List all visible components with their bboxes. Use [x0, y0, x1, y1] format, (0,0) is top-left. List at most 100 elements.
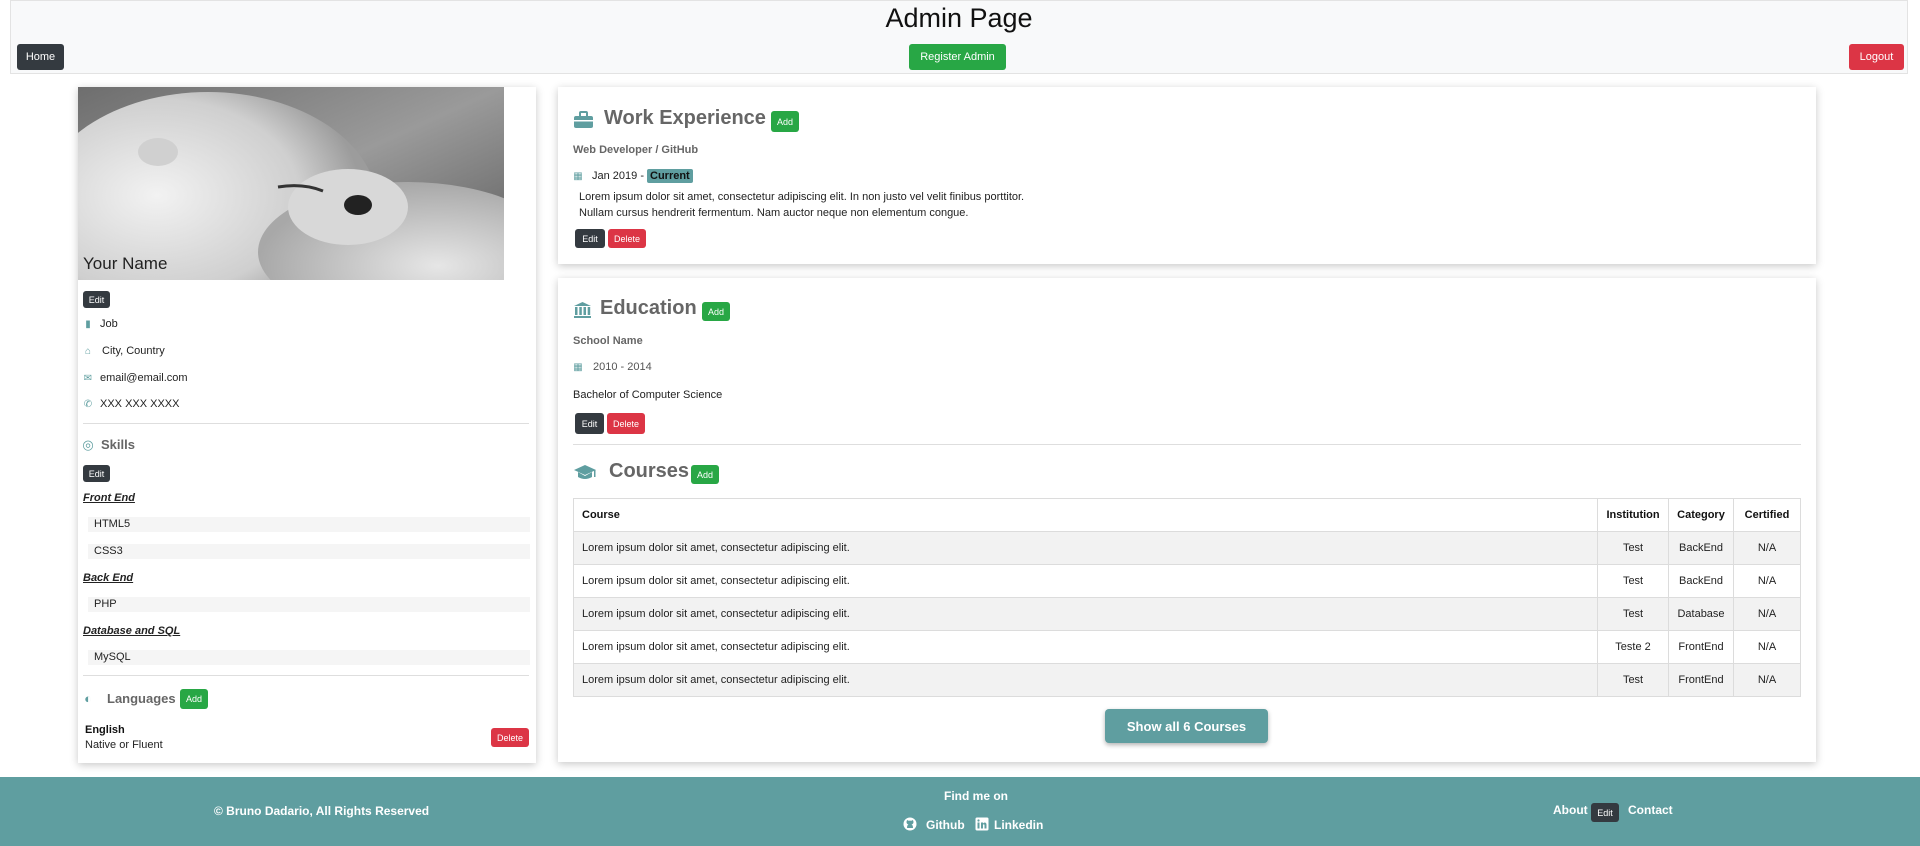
add-course-button[interactable]: Add [691, 465, 719, 484]
add-work-button[interactable]: Add [771, 111, 799, 132]
calendar-icon: ▦ [573, 362, 583, 373]
logout-button[interactable]: Logout [1849, 44, 1904, 70]
course-cell: Lorem ipsum dolor sit amet, consectetur … [572, 564, 1599, 598]
institution-cell: Teste 2 [1597, 630, 1670, 664]
column-header-certified: Certified [1732, 498, 1802, 532]
certified-cell: N/A [1732, 531, 1802, 565]
course-cell: Lorem ipsum dolor sit amet, consectetur … [572, 663, 1599, 697]
category-cell: BackEnd [1668, 531, 1734, 565]
education-degree: Bachelor of Computer Science [573, 389, 723, 401]
column-header-course: Course [572, 498, 1599, 532]
skill-category-back-end: Back End [83, 572, 134, 584]
profile-job: Job [100, 318, 118, 330]
github-icon [903, 817, 917, 831]
skills-edit-button[interactable]: Edit [83, 465, 110, 482]
languages-title: Languages [107, 691, 176, 706]
work-description-line-1: Lorem ipsum dolor sit amet, consectetur … [579, 191, 1025, 203]
work-experience-title: Work Experience [604, 107, 766, 129]
institution-cell: Test [1597, 597, 1670, 631]
polar-bear-photo-icon [78, 87, 504, 280]
university-icon [574, 302, 591, 318]
certified-cell: N/A [1732, 564, 1802, 598]
courses-table: Course Institution Category Certified Lo… [572, 498, 1802, 697]
institution-cell: Test [1597, 564, 1670, 598]
contact-link[interactable]: Contact [1628, 803, 1673, 817]
delete-language-button[interactable]: Delete [491, 728, 529, 747]
briefcase-icon [574, 111, 593, 128]
delete-work-button[interactable]: Delete [608, 229, 646, 248]
table-row: Lorem ipsum dolor sit amet, consectetur … [572, 531, 1802, 565]
profile-email: email@email.com [100, 372, 188, 384]
work-start-date: Jan 2019 - [592, 170, 644, 182]
certified-cell: N/A [1732, 630, 1802, 664]
education-title: Education [600, 297, 697, 319]
certified-cell: N/A [1732, 663, 1802, 697]
category-cell: BackEnd [1668, 564, 1734, 598]
language-name: English [85, 724, 125, 736]
skill-item-css3: CSS3 [88, 544, 530, 559]
work-position: Web Developer / GitHub [573, 144, 699, 156]
copyright-text: © Bruno Dadario, All Rights Reserved [214, 804, 430, 818]
course-cell: Lorem ipsum dolor sit amet, consectetur … [572, 597, 1599, 631]
profile-photo [78, 87, 504, 280]
divider [83, 423, 529, 424]
show-all-courses-button[interactable]: Show all 6 Courses [1105, 709, 1268, 743]
education-dates: 2010 - 2014 [593, 361, 652, 373]
briefcase-icon: ▮ [85, 319, 91, 330]
linkedin-icon [975, 817, 989, 831]
navbar: Admin Page Home Register Admin Logout [10, 0, 1908, 74]
table-row: Lorem ipsum dolor sit amet, consectetur … [572, 564, 1802, 598]
divider [83, 675, 529, 676]
footer-edit-button[interactable]: Edit [1591, 803, 1619, 822]
category-cell: FrontEnd [1668, 663, 1734, 697]
education-card: Education Add School Name ▦ 2010 - 2014 … [558, 278, 1816, 762]
register-admin-button[interactable]: Register Admin [909, 44, 1006, 70]
linkedin-link[interactable]: Linkedin [994, 818, 1043, 832]
skills-title: Skills [101, 437, 135, 452]
home-icon: ⌂ [84, 346, 92, 357]
course-cell: Lorem ipsum dolor sit amet, consectetur … [572, 630, 1599, 664]
edit-work-button[interactable]: Edit [575, 229, 605, 248]
profile-edit-button[interactable]: Edit [83, 291, 110, 308]
profile-location: City, Country [102, 345, 165, 357]
footer: © Bruno Dadario, All Rights Reserved Fin… [0, 777, 1920, 846]
home-button[interactable]: Home [17, 44, 64, 70]
category-cell: FrontEnd [1668, 630, 1734, 664]
column-header-institution: Institution [1597, 498, 1670, 532]
profile-phone: XXX XXX XXXX [100, 398, 180, 410]
table-row: Lorem ipsum dolor sit amet, consectetur … [572, 663, 1802, 697]
skill-category-front-end: Front End [83, 492, 135, 504]
graduation-cap-icon [574, 465, 596, 479]
courses-title: Courses [609, 460, 690, 482]
skill-item-html5: HTML5 [88, 517, 530, 532]
institution-cell: Test [1597, 531, 1670, 565]
category-cell: Database [1668, 597, 1734, 631]
add-education-button[interactable]: Add [702, 302, 730, 321]
column-header-category: Category [1668, 498, 1734, 532]
target-icon: ◎ [82, 437, 94, 452]
table-header-row: Course Institution Category Certified [572, 498, 1802, 532]
add-language-button[interactable]: Add [180, 689, 208, 709]
course-cell: Lorem ipsum dolor sit amet, consectetur … [572, 531, 1599, 565]
globe-icon: ◐ [84, 691, 92, 706]
table-row: Lorem ipsum dolor sit amet, consectetur … [572, 630, 1802, 664]
edit-education-button[interactable]: Edit [575, 413, 604, 434]
profile-name: Your Name [83, 254, 168, 273]
work-description-line-2: Nullam cursus hendrerit fermentum. Nam a… [579, 207, 969, 219]
table-row: Lorem ipsum dolor sit amet, consectetur … [572, 597, 1802, 631]
skill-item-php: PHP [88, 597, 530, 612]
certified-cell: N/A [1732, 597, 1802, 631]
page-title: Admin Page [885, 3, 1033, 33]
skill-category-database: Database and SQL [83, 625, 181, 637]
current-badge: Current [647, 169, 693, 183]
phone-icon: ✆ [83, 399, 93, 410]
skill-item-mysql: MySQL [88, 650, 530, 665]
divider [573, 444, 1801, 445]
find-me-label: Find me on [944, 789, 1008, 803]
work-experience-card: Work Experience Add Web Developer / GitH… [558, 87, 1816, 264]
profile-card: Your Name Edit ▮ Job ⌂ City, Country ✉ e… [78, 87, 536, 763]
about-link[interactable]: About [1553, 803, 1588, 817]
github-link[interactable]: Github [926, 818, 965, 832]
envelope-icon: ✉ [83, 373, 93, 384]
delete-education-button[interactable]: Delete [607, 413, 645, 434]
